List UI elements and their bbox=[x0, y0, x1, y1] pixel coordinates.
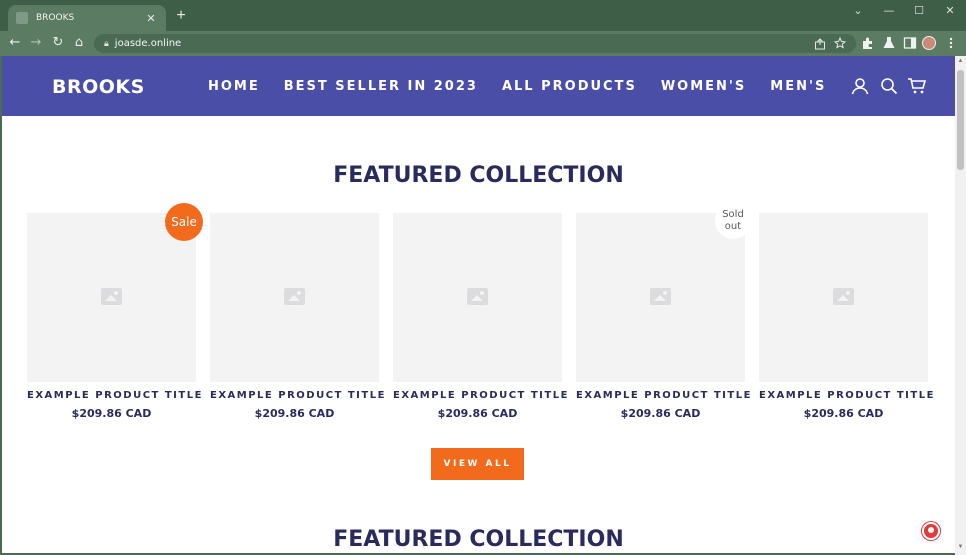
product-card[interactable]: EXAMPLE PRODUCT TITLE $209.86 CAD bbox=[27, 213, 201, 420]
product-card[interactable]: EXAMPLE PRODUCT TITLE $209.86 CAD bbox=[576, 213, 750, 420]
bookmark-star-icon[interactable] bbox=[834, 37, 846, 49]
product-image[interactable] bbox=[393, 213, 562, 382]
scroll-up-arrow-icon[interactable]: ▲ bbox=[957, 58, 964, 64]
product-image[interactable] bbox=[576, 213, 745, 382]
product-title[interactable]: EXAMPLE PRODUCT TITLE bbox=[27, 390, 201, 401]
product-price: $209.86 CAD bbox=[620, 407, 701, 420]
page-viewport: BROOKS HOME BEST SELLER IN 2023 ALL PROD… bbox=[2, 56, 955, 553]
tab-title: BROOKS bbox=[36, 13, 75, 23]
nav-womens[interactable]: WOMEN'S bbox=[661, 79, 746, 94]
main-nav: HOME BEST SELLER IN 2023 ALL PRODUCTS WO… bbox=[208, 79, 850, 94]
chat-widget-icon[interactable] bbox=[922, 522, 940, 540]
back-button[interactable]: ← bbox=[6, 35, 24, 50]
tab-search-chevron-icon[interactable]: ⌄ bbox=[846, 4, 870, 17]
reload-button[interactable]: ↻ bbox=[49, 35, 67, 50]
close-window-button[interactable]: ✕ bbox=[938, 4, 962, 17]
lock-icon[interactable]: 🔒︎ bbox=[104, 38, 109, 49]
product-image[interactable] bbox=[759, 213, 928, 382]
new-tab-button[interactable]: + bbox=[172, 7, 190, 25]
forward-button[interactable]: → bbox=[27, 35, 45, 50]
product-card[interactable]: EXAMPLE PRODUCT TITLE $209.86 CAD bbox=[210, 213, 384, 420]
url-text: joasde.online bbox=[114, 38, 182, 49]
sold-out-badge: Sold out bbox=[715, 203, 751, 239]
view-all-button[interactable]: VIEW ALL bbox=[431, 448, 524, 480]
image-placeholder-icon bbox=[650, 288, 671, 305]
product-card[interactable]: EXAMPLE PRODUCT TITLE $209.86 CAD bbox=[759, 213, 933, 420]
minimize-button[interactable]: — bbox=[877, 4, 901, 17]
scroll-down-arrow-icon[interactable]: ▼ bbox=[957, 544, 964, 550]
nav-all-products[interactable]: ALL PRODUCTS bbox=[502, 79, 637, 94]
section-title-second: FEATURED COLLECTION bbox=[333, 527, 624, 552]
image-placeholder-icon bbox=[467, 288, 488, 305]
browser-tab[interactable]: BROOKS ✕ bbox=[8, 5, 166, 31]
product-title[interactable]: EXAMPLE PRODUCT TITLE bbox=[759, 390, 933, 401]
address-bar[interactable]: 🔒︎ joasde.online bbox=[94, 34, 856, 53]
product-price: $209.86 CAD bbox=[437, 407, 518, 420]
account-icon[interactable] bbox=[850, 76, 870, 96]
browser-toolbar: ← → ↻ ⌂ 🔒︎ joasde.online bbox=[0, 31, 966, 56]
image-placeholder-icon bbox=[284, 288, 305, 305]
tab-close-icon[interactable]: ✕ bbox=[144, 12, 158, 25]
section-title: FEATURED COLLECTION bbox=[333, 163, 624, 188]
side-panel-icon[interactable] bbox=[902, 36, 918, 50]
tab-bar: BROOKS ✕ + ⌄ — ☐ ✕ bbox=[0, 0, 966, 31]
product-image[interactable] bbox=[27, 213, 196, 382]
search-icon[interactable] bbox=[879, 76, 899, 96]
nav-mens[interactable]: MEN'S bbox=[770, 79, 826, 94]
sale-badge: Sale bbox=[165, 203, 203, 241]
image-placeholder-icon bbox=[101, 288, 122, 305]
menu-kebab-icon[interactable] bbox=[943, 36, 959, 50]
product-price: $209.86 CAD bbox=[254, 407, 335, 420]
browser-window: BROOKS ✕ + ⌄ — ☐ ✕ ← → ↻ ⌂ 🔒︎ joasde.onl… bbox=[0, 0, 966, 555]
page-scrollbar[interactable]: ▲ ▼ bbox=[955, 56, 966, 555]
share-icon[interactable] bbox=[814, 38, 826, 50]
profile-avatar[interactable] bbox=[922, 36, 936, 50]
product-image[interactable] bbox=[210, 213, 379, 382]
cart-icon[interactable] bbox=[907, 76, 927, 96]
product-price: $209.86 CAD bbox=[803, 407, 884, 420]
nav-best-seller[interactable]: BEST SELLER IN 2023 bbox=[284, 79, 478, 94]
site-logo[interactable]: BROOKS bbox=[52, 76, 145, 98]
maximize-button[interactable]: ☐ bbox=[907, 4, 931, 17]
home-button[interactable]: ⌂ bbox=[70, 35, 88, 50]
scrollbar-thumb[interactable] bbox=[957, 70, 964, 170]
product-title[interactable]: EXAMPLE PRODUCT TITLE bbox=[393, 390, 567, 401]
product-price: $209.86 CAD bbox=[71, 407, 152, 420]
extensions-icon[interactable] bbox=[860, 36, 876, 50]
product-title[interactable]: EXAMPLE PRODUCT TITLE bbox=[210, 390, 384, 401]
site-header: BROOKS HOME BEST SELLER IN 2023 ALL PROD… bbox=[2, 56, 955, 116]
favicon-icon bbox=[16, 12, 28, 24]
nav-home[interactable]: HOME bbox=[208, 79, 260, 94]
lab-flask-icon[interactable] bbox=[881, 36, 897, 50]
product-title[interactable]: EXAMPLE PRODUCT TITLE bbox=[576, 390, 750, 401]
image-placeholder-icon bbox=[833, 288, 854, 305]
product-card[interactable]: EXAMPLE PRODUCT TITLE $209.86 CAD bbox=[393, 213, 567, 420]
